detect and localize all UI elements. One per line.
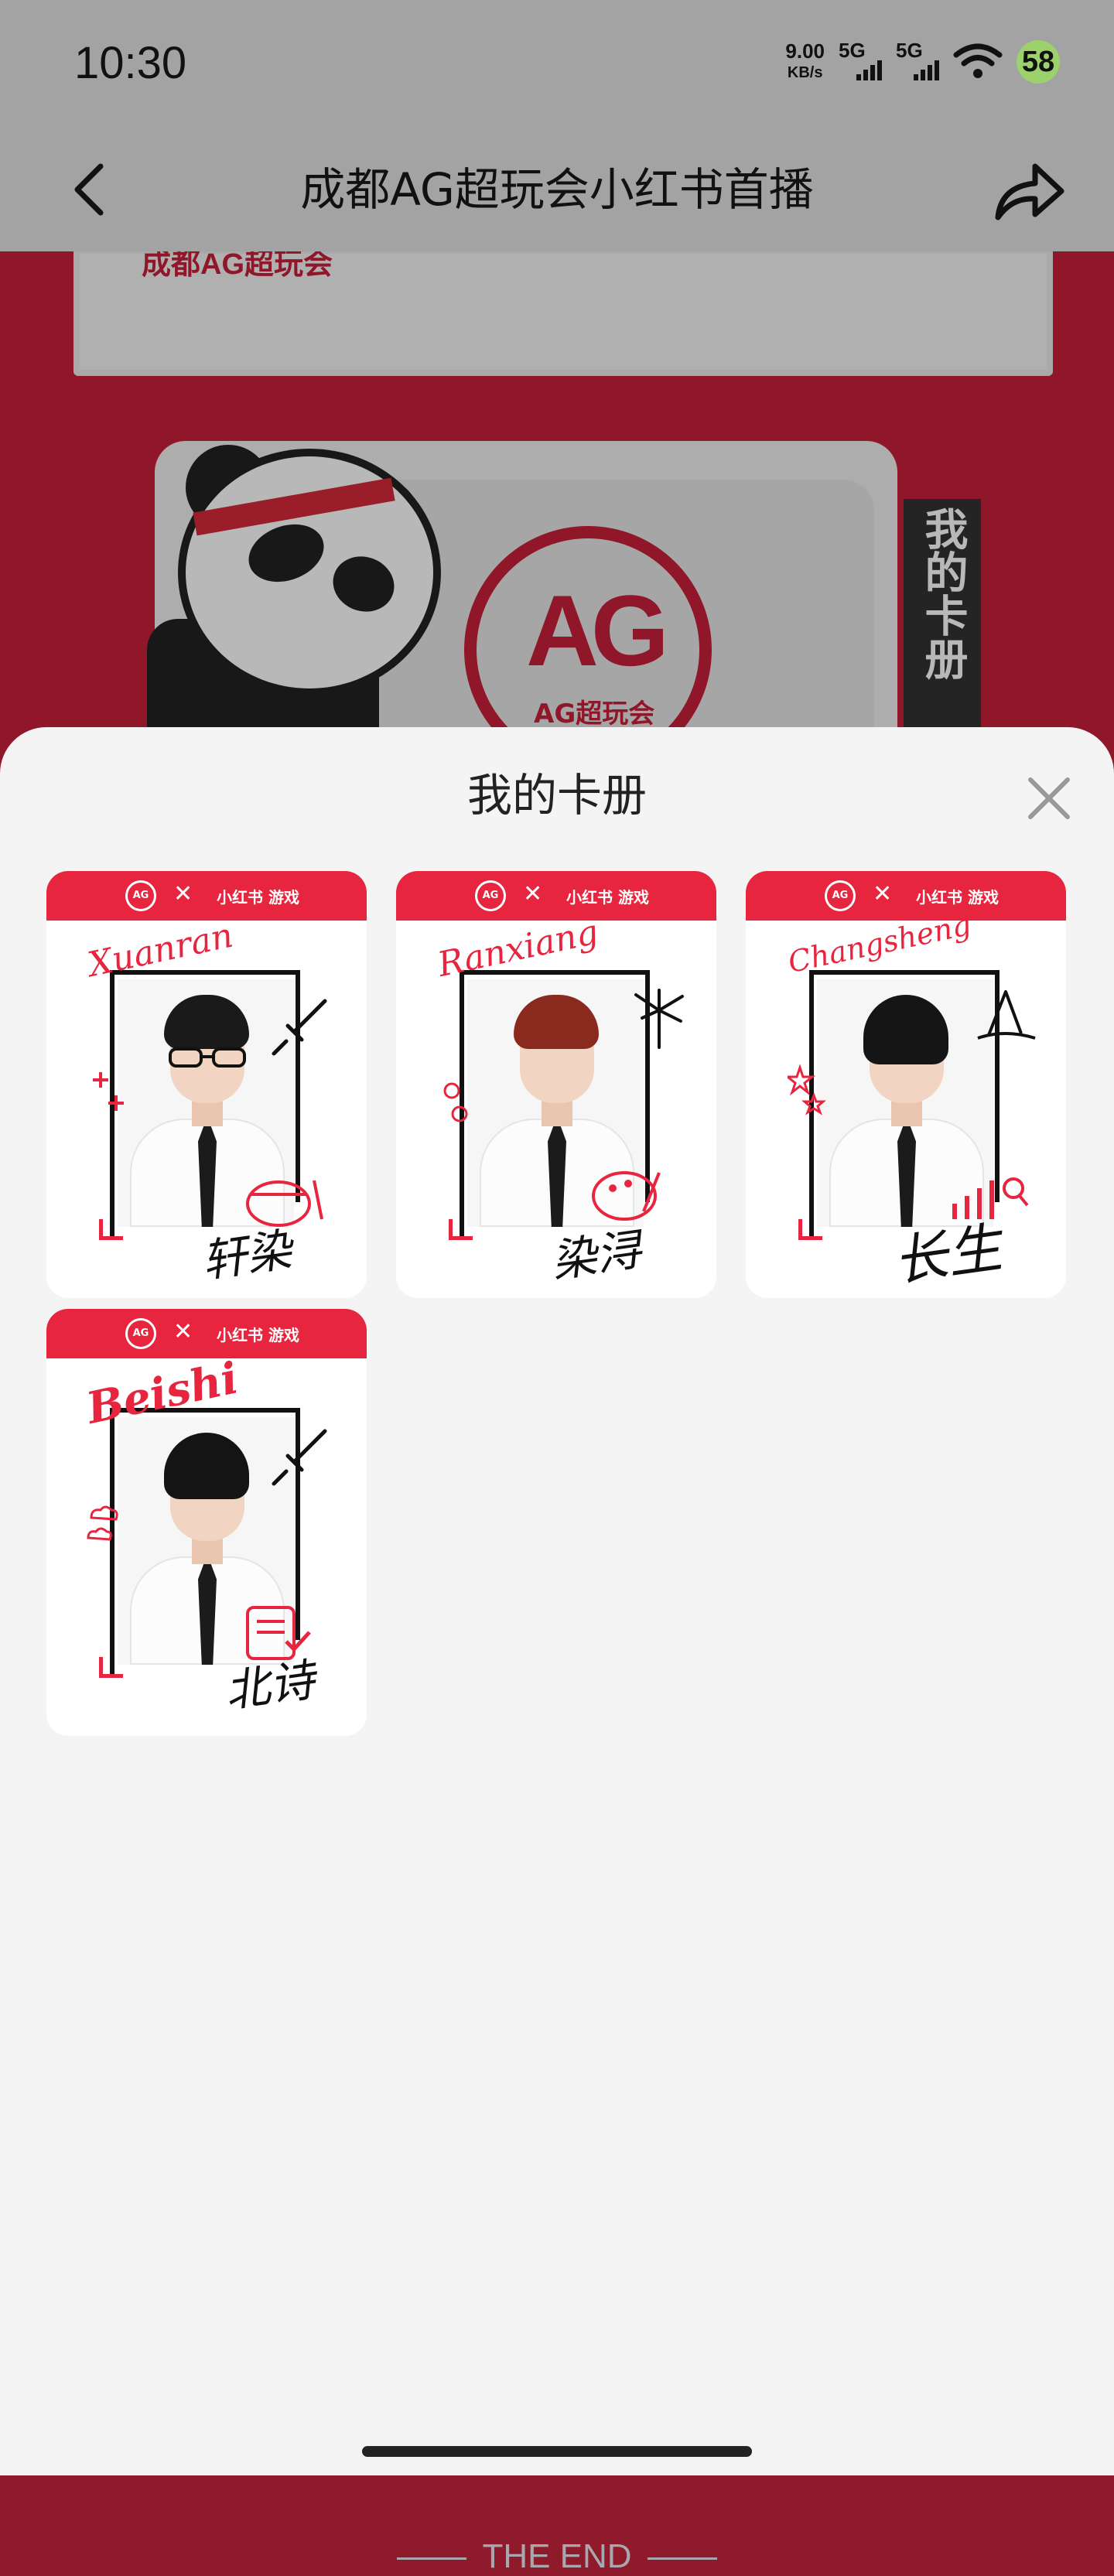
palm-tree-icon <box>634 989 684 1049</box>
flower-icon <box>443 1082 468 1122</box>
sparkle-icon <box>93 1072 124 1111</box>
card-header: AG ✕ 小红书 游戏 <box>46 1309 367 1358</box>
end-marker: THE END <box>0 2537 1114 2576</box>
end-line-right <box>647 2557 717 2560</box>
ag-badge-icon: AG <box>475 880 506 911</box>
network-speed-value: 9.00 <box>785 39 825 63</box>
collab-brand: 小红书 游戏 <box>217 888 299 907</box>
card-album-sheet: 我的卡册 AG ✕ 小红书 游戏 Xuanran 轩染 AG ✕ 小红书 游戏 … <box>0 727 1114 2575</box>
sword-icon <box>272 1429 327 1486</box>
player-card-ranxiang[interactable]: AG ✕ 小红书 游戏 Ranxiang 染浔 <box>396 871 716 1298</box>
wizard-hat-icon <box>977 990 1036 1040</box>
player-card-changsheng[interactable]: AG ✕ 小红书 游戏 Changsheng 长生 <box>746 871 1066 1298</box>
card-header: AG ✕ 小红书 游戏 <box>746 871 1066 921</box>
close-icon[interactable] <box>1024 774 1074 823</box>
signal-1-icon: 5G <box>839 39 882 84</box>
end-line-left <box>397 2557 467 2560</box>
signal-1-label: 5G <box>839 39 866 62</box>
page-title: 成都AG超玩会小红书首播 <box>300 163 814 216</box>
collab-x: ✕ <box>523 880 543 907</box>
status-time: 10:30 <box>74 38 187 88</box>
network-speed: 9.00 KB/s <box>785 40 825 84</box>
ag-badge-icon: AG <box>825 880 856 911</box>
star-icon <box>788 1064 826 1115</box>
sheet-title: 我的卡册 <box>466 769 647 822</box>
wifi-icon <box>953 43 1003 78</box>
clipboard-check-icon <box>246 1606 311 1660</box>
battery-indicator: 58 <box>1017 40 1060 84</box>
frame-corner-mark <box>99 1657 123 1678</box>
home-indicator[interactable] <box>362 2446 752 2457</box>
glasses-icon <box>169 1047 246 1068</box>
card-header: AG ✕ 小红书 游戏 <box>46 871 367 921</box>
share-icon[interactable] <box>990 155 1068 225</box>
frame-corner-mark <box>798 1219 822 1240</box>
cloud-icon <box>87 1505 118 1541</box>
signal-2-icon: 5G <box>896 39 939 84</box>
cooking-pot-icon <box>246 1180 323 1227</box>
bar-chart-icon <box>952 1177 1029 1219</box>
player-card-beishi[interactable]: AG ✕ 小红书 游戏 Beishi 北诗 <box>46 1309 367 1736</box>
status-icons: 9.00 KB/s 5G 5G 58 <box>785 39 1060 85</box>
nav-bar: 成都AG超玩会小红书首播 <box>0 128 1114 251</box>
status-bar: 10:30 9.00 KB/s 5G 5G 58 <box>0 0 1114 128</box>
collab-x: ✕ <box>173 880 193 907</box>
end-text: THE END <box>482 2537 632 2575</box>
ag-badge-icon: AG <box>125 1318 156 1349</box>
collab-brand: 小红书 游戏 <box>566 888 649 907</box>
card-header: AG ✕ 小红书 游戏 <box>396 871 716 921</box>
collab-brand: 小红书 游戏 <box>217 1326 299 1344</box>
paint-palette-icon <box>592 1171 661 1221</box>
frame-corner-mark <box>99 1219 123 1240</box>
collab-brand: 小红书 游戏 <box>916 888 999 907</box>
frame-corner-mark <box>449 1219 473 1240</box>
collab-x: ✕ <box>173 1318 193 1345</box>
player-card-xuanran[interactable]: AG ✕ 小红书 游戏 Xuanran 轩染 <box>46 871 367 1298</box>
network-speed-unit: KB/s <box>787 64 823 81</box>
ag-badge-icon: AG <box>125 880 156 911</box>
signal-2-label: 5G <box>896 39 923 62</box>
sword-icon <box>272 999 327 1056</box>
collab-x: ✕ <box>873 880 893 907</box>
